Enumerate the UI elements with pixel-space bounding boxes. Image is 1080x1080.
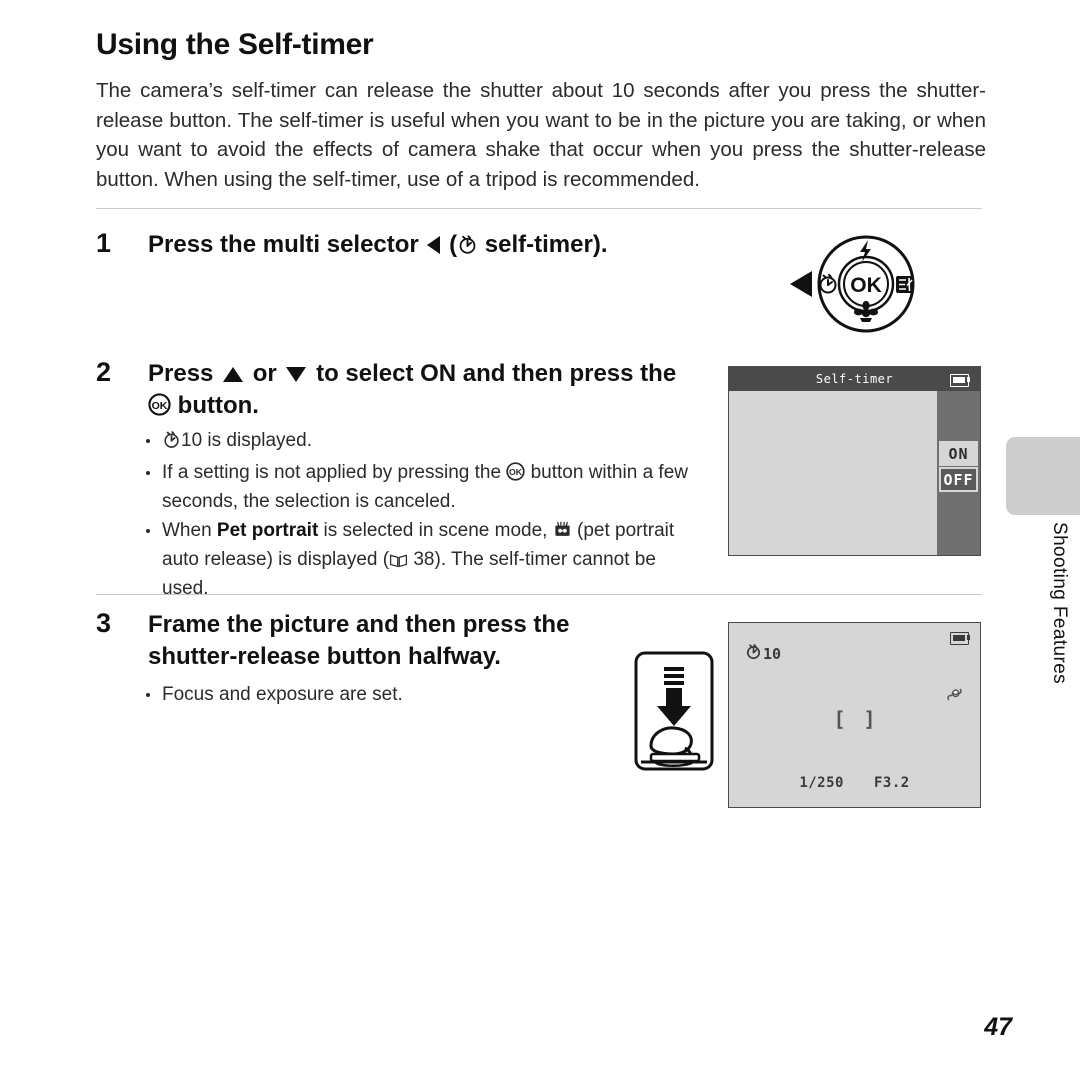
screen-header-title: Self-timer [815, 372, 894, 386]
step-2-bullet-list: 10 is displayed. If a setting is not app… [142, 428, 704, 605]
step-1-text-b: ( [442, 231, 458, 258]
svg-text:OK: OK [152, 400, 168, 412]
self-timer-indicator: 10 [745, 643, 781, 664]
screen-body: ON OFF [729, 391, 980, 555]
divider-1 [96, 208, 982, 209]
shutter-speed-value: 1/250 [799, 775, 844, 791]
battery-icon [950, 374, 970, 387]
exposure-compensation-icon [896, 276, 913, 293]
multi-selector-diagram: OK [782, 228, 918, 345]
page-number: 47 [984, 1013, 1012, 1041]
focus-bracket-left: [ [833, 706, 846, 731]
self-timer-icon [162, 430, 181, 457]
menu-option-off[interactable]: OFF [939, 467, 978, 492]
step-3-number: 3 [96, 608, 112, 638]
step-2-heading: Press or to select ON and then press the… [148, 358, 708, 425]
bullet-4-text: Focus and exposure are set. [162, 684, 403, 705]
step-3-heading: Frame the picture and then press the shu… [148, 611, 570, 670]
bullet-3-text-b: is selected in scene mode, [318, 520, 553, 541]
menu-option-on[interactable]: ON [939, 441, 978, 466]
step-2-text-b: or [246, 360, 284, 387]
ok-button-icon: OK [148, 393, 171, 425]
left-triangle-icon [427, 236, 441, 254]
intro-paragraph: The camera’s self-timer can release the … [96, 79, 986, 191]
self-timer-icon [745, 643, 762, 664]
self-timer-seconds: 10 [763, 644, 782, 663]
step-1-text-a: Press the multi selector [148, 231, 426, 258]
focus-area-brackets: [ ] [833, 707, 875, 731]
section-tab-label: Shooting Features [1049, 522, 1070, 685]
live-view-screen: 10 [ ] 1/250 F3.2 [728, 622, 981, 808]
focus-bracket-right: ] [863, 706, 876, 731]
step-1-text-c: self-timer). [478, 231, 608, 258]
bullet-focus-exposure: Focus and exposure are set. [142, 682, 612, 708]
section-tab-marker [1006, 437, 1080, 515]
step-3-bullet-list: Focus and exposure are set. [142, 682, 612, 711]
step-2-on-label: ON [420, 360, 457, 387]
battery-icon [950, 632, 970, 645]
bullet-3-pet-portrait-label: Pet portrait [216, 520, 319, 541]
camera-shake-icon [945, 685, 964, 709]
page-title: Using the Self-timer [96, 28, 374, 61]
book-reference-icon [389, 550, 408, 576]
step-2-text-c: to select [309, 360, 421, 387]
up-triangle-icon [223, 367, 244, 382]
self-timer-icon [457, 232, 478, 264]
screen-header: Self-timer [729, 367, 980, 391]
exposure-readout: 1/250 F3.2 [729, 775, 980, 791]
pet-portrait-auto-release-icon [553, 520, 572, 547]
step-2-text-a: Press [148, 360, 221, 387]
bullet-setting-not-applied: If a setting is not applied by pressing … [142, 460, 704, 515]
bullet-1-text: 10 is displayed. [181, 430, 312, 451]
step-2-text-d: and then press the [456, 360, 677, 387]
down-triangle-icon [286, 367, 307, 382]
step-2-number: 2 [96, 357, 112, 387]
bullet-self-timer-display: 10 is displayed. [142, 428, 704, 457]
bullet-pet-portrait: When Pet portrait is selected in scene m… [142, 518, 704, 602]
svg-text:OK: OK [509, 467, 523, 477]
svg-text:OK: OK [850, 274, 882, 297]
aperture-value: F3.2 [873, 775, 910, 791]
bullet-3-text-a: When [162, 520, 217, 541]
step-1-number: 1 [96, 228, 112, 258]
manual-page: Using the Self-timer The camera’s self-t… [0, 0, 1080, 1080]
step-2-text-e: button. [171, 392, 259, 419]
ok-button-icon: OK [506, 462, 526, 489]
self-timer-menu-screen: Self-timer ON OFF [728, 366, 981, 556]
bullet-2-text-a: If a setting is not applied by pressing … [162, 462, 507, 483]
press-shutter-halfway-icon [633, 650, 715, 777]
left-triangle-icon [790, 271, 812, 297]
step-1-heading: Press the multi selector ( self-timer). [148, 229, 668, 264]
